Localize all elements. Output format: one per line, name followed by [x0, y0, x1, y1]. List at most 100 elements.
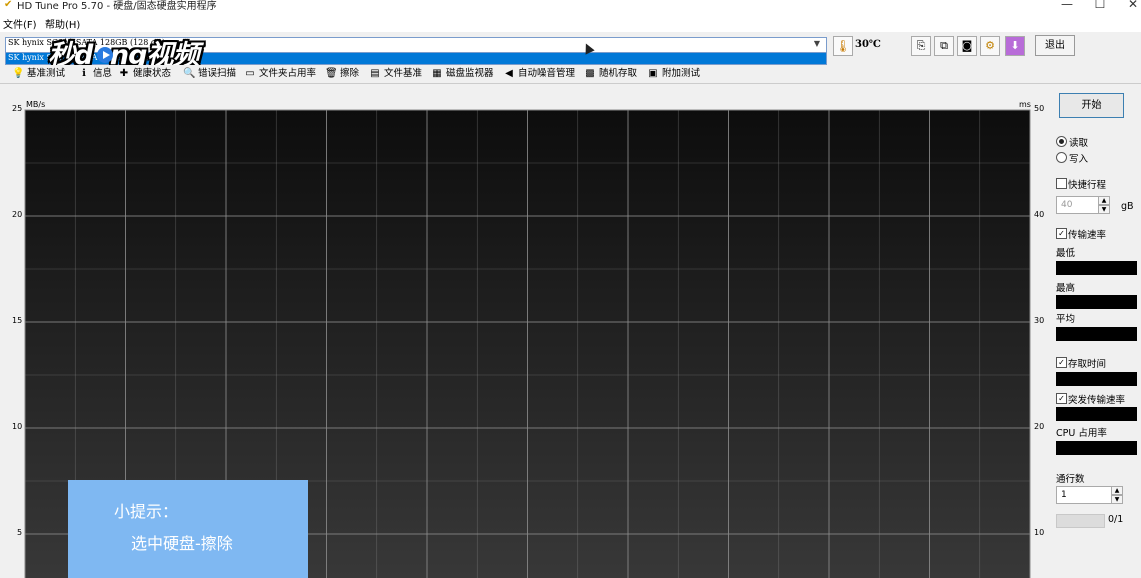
exit-button[interactable]: 退出 — [1035, 35, 1075, 56]
spin-up-button[interactable]: ▲ — [1098, 196, 1110, 205]
burst-rate-box — [1056, 407, 1137, 421]
max-label: 最高 — [1056, 283, 1076, 294]
tab-label: 擦除 — [340, 68, 360, 79]
spin-down-button[interactable]: ▼ — [1098, 205, 1110, 214]
random-icon: ▩ — [585, 67, 595, 79]
file-icon: ▤ — [370, 67, 380, 79]
y-left-tick: 15 — [12, 316, 23, 325]
read-radio[interactable] — [1056, 136, 1067, 147]
min-value-box — [1056, 261, 1137, 275]
y-left-tick: 5 — [17, 528, 23, 537]
burst-rate-label: 突发传输速率 — [1068, 395, 1126, 406]
tab-5[interactable]: ▭ 文件夹占用率 — [244, 66, 316, 82]
y-right-tick: 50 — [1034, 104, 1045, 113]
tab-3[interactable]: ✚ 健康状态 — [118, 66, 171, 82]
tab-2[interactable]: ℹ 信息 — [78, 66, 112, 82]
tab-label: 附加测试 — [662, 68, 701, 79]
short-stroke-input[interactable]: 40 — [1056, 196, 1101, 214]
chevron-down-icon[interactable]: ▼ — [811, 38, 823, 50]
short-stroke-label: 快捷行程 — [1068, 180, 1107, 191]
thermometer-icon: 🌡 — [833, 36, 853, 56]
tab-label: 随机存取 — [599, 68, 638, 79]
start-button[interactable]: 开始 — [1059, 93, 1124, 118]
window-title: HD Tune Pro 5.70 - 硬盘/固态硬盘实用程序 — [17, 1, 217, 12]
tab-label: 基准测试 — [27, 68, 66, 79]
tab-4[interactable]: 🔍 错误扫描 — [183, 66, 236, 82]
minimize-button[interactable]: — — [1052, 0, 1082, 12]
tab-label: 信息 — [93, 68, 113, 79]
tab-label: 文件基准 — [384, 68, 423, 79]
check-icon: ✓ — [1058, 229, 1065, 238]
transfer-rate-label: 传输速率 — [1068, 230, 1107, 241]
avg-value-box — [1056, 327, 1137, 341]
copy-all-button[interactable]: ⧉ — [934, 36, 954, 56]
read-label: 读取 — [1069, 138, 1089, 149]
passes-label: 通行数 — [1056, 474, 1085, 485]
tab-label: 自动噪音管理 — [518, 68, 576, 79]
health-icon: ✚ — [119, 67, 129, 79]
play-triangle — [103, 51, 110, 59]
menu-bar — [0, 14, 1141, 32]
options-button[interactable]: ⚙ — [980, 36, 1000, 56]
maximize-button[interactable]: ☐ — [1085, 0, 1115, 12]
monitor-icon: ▦ — [432, 67, 442, 79]
temperature-value: 30℃ — [855, 39, 881, 50]
tab-6[interactable]: 🗑 擦除 — [325, 66, 359, 82]
camera-icon: ◙ — [961, 39, 973, 52]
check-icon: ✓ — [1058, 358, 1065, 367]
download-icon: ⬇ — [1010, 39, 1020, 52]
access-time-checkbox[interactable]: ✓ — [1056, 357, 1067, 368]
copy-info-button[interactable]: ⎘ — [911, 36, 931, 56]
copy-all-icon: ⧉ — [940, 39, 948, 52]
tab-7[interactable]: ▤ 文件基准 — [369, 66, 422, 82]
folder-icon: ▭ — [245, 67, 255, 79]
y-right-tick: 40 — [1034, 210, 1045, 219]
short-stroke-checkbox[interactable] — [1056, 178, 1067, 189]
y-right-tick: 30 — [1034, 316, 1045, 325]
min-label: 最低 — [1056, 248, 1076, 259]
magnifier-icon: 🔍 — [183, 67, 196, 79]
close-button[interactable]: ✕ — [1118, 0, 1141, 12]
check-icon: ✓ — [1058, 394, 1065, 403]
y-left-tick: 20 — [12, 210, 23, 219]
tab-8[interactable]: ▦ 磁盘监视器 — [431, 66, 493, 82]
tab-label: 健康状态 — [133, 68, 172, 79]
write-radio[interactable] — [1056, 152, 1067, 163]
tip-title: 小提示： — [114, 502, 179, 521]
passes-spin-down[interactable]: ▼ — [1111, 495, 1123, 504]
y-axis-right-unit: ms — [1019, 100, 1031, 109]
progress-text: 0/1 — [1108, 514, 1124, 525]
tip-body: 选中硬盘-擦除 — [131, 534, 233, 553]
tools-icon: ⚙ — [985, 39, 995, 52]
transfer-rate-checkbox[interactable]: ✓ — [1056, 228, 1067, 239]
tab-10[interactable]: ▩ 随机存取 — [584, 66, 637, 82]
menu-help[interactable]: 帮助(H) — [45, 16, 80, 31]
info-icon: ℹ — [82, 67, 86, 79]
tab-11[interactable]: ▣ 附加测试 — [647, 66, 700, 82]
tab-1[interactable]: 💡 基准测试 — [12, 66, 65, 82]
tab-9[interactable]: ◀ 自动噪音管理 — [503, 66, 575, 82]
save-button[interactable]: ⬇ — [1005, 36, 1025, 56]
screenshot-button[interactable]: ◙ — [957, 36, 977, 56]
avg-label: 平均 — [1056, 314, 1076, 325]
tab-label: 错误扫描 — [198, 68, 237, 79]
burst-rate-checkbox[interactable]: ✓ — [1056, 393, 1067, 404]
y-axis-left-unit: MB/s — [26, 100, 46, 109]
cpu-label: CPU 占用率 — [1056, 428, 1107, 439]
tip-box — [68, 480, 308, 578]
passes-input[interactable]: 1 — [1056, 486, 1113, 504]
cpu-box — [1056, 441, 1137, 455]
y-left-tick: 25 — [12, 104, 23, 113]
y-right-tick: 20 — [1034, 422, 1045, 431]
speaker-icon: ◀ — [505, 67, 513, 79]
benchmark-icon: 💡 — [12, 67, 25, 79]
progress-bar — [1056, 514, 1105, 528]
extra-icon: ▣ — [648, 67, 658, 79]
short-stroke-unit: gB — [1121, 201, 1134, 212]
max-value-box — [1056, 295, 1137, 309]
passes-spin-up[interactable]: ▲ — [1111, 486, 1123, 495]
menu-file[interactable]: 文件(F) — [3, 16, 37, 31]
write-label: 写入 — [1069, 154, 1089, 165]
y-left-tick: 10 — [12, 422, 23, 431]
access-time-label: 存取时间 — [1068, 359, 1107, 370]
